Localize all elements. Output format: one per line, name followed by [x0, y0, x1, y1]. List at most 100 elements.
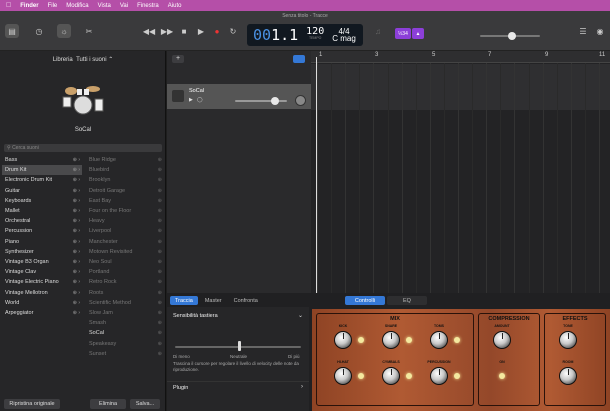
- tab-track[interactable]: Traccia: [170, 296, 198, 305]
- stop-icon[interactable]: ■: [177, 24, 191, 38]
- apple-icon[interactable]: : [6, 2, 11, 9]
- editors-icon[interactable]: ✂: [82, 24, 96, 38]
- count-in-badge[interactable]: ½34: [395, 28, 411, 39]
- enable-light[interactable]: [454, 337, 460, 343]
- category-item[interactable]: Vintage Mellotron ⊕ ›: [2, 288, 82, 298]
- menu-help[interactable]: Aiuto: [168, 3, 182, 9]
- track-volume-knob[interactable]: [271, 97, 279, 105]
- metronome-icon[interactable]: ▲: [412, 28, 424, 39]
- tab-compare[interactable]: Confronta: [229, 296, 263, 305]
- category-item[interactable]: Piano ⊕ ›: [2, 237, 82, 247]
- preset-item[interactable]: Portland ⊕: [86, 267, 164, 277]
- play-icon[interactable]: ▶: [194, 24, 208, 38]
- menu-view[interactable]: Vista: [98, 3, 111, 9]
- mix-knob[interactable]: [382, 331, 400, 349]
- search-input[interactable]: ⚲ Cerca suoni: [4, 144, 162, 152]
- chevron-down-icon[interactable]: ⌄: [298, 312, 303, 319]
- headphones-icon[interactable]: ◯: [197, 97, 203, 103]
- mix-knob[interactable]: [334, 331, 352, 349]
- mix-knob[interactable]: [430, 331, 448, 349]
- smart-help-icon[interactable]: ◷: [32, 24, 46, 38]
- menu-go[interactable]: Vai: [120, 3, 128, 9]
- preset-item[interactable]: Retro Rock ⊕: [86, 277, 164, 287]
- category-item[interactable]: Vintage Electric Piano ⊕ ›: [2, 277, 82, 287]
- playhead[interactable]: [316, 57, 317, 293]
- save-button[interactable]: Salva...: [130, 399, 160, 409]
- effect-knob[interactable]: [559, 331, 577, 349]
- category-item[interactable]: Orchestral ⊕ ›: [2, 216, 82, 226]
- preset-item[interactable]: Four on the Floor ⊕: [86, 206, 164, 216]
- mix-knob[interactable]: [430, 367, 448, 385]
- compression-on-light[interactable]: [499, 373, 505, 379]
- category-item[interactable]: Vintage Clav ⊕ ›: [2, 267, 82, 277]
- preset-item[interactable]: Neo Soul ⊕: [86, 257, 164, 267]
- enable-light[interactable]: [358, 337, 364, 343]
- preset-item[interactable]: Manchester ⊕: [86, 237, 164, 247]
- category-item[interactable]: Keyboards ⊕ ›: [2, 196, 82, 206]
- tab-controls[interactable]: Controlli: [345, 296, 385, 305]
- lcd-display[interactable]: 001.1 120 TEMPO 4/4 C mag: [247, 24, 363, 46]
- preset-item[interactable]: Blue Ridge ⊕: [86, 155, 164, 165]
- loops-icon[interactable]: ◉: [593, 24, 607, 38]
- preset-item[interactable]: Motown Revisited ⊕: [86, 247, 164, 257]
- delete-button[interactable]: Elimina: [90, 399, 126, 409]
- tuner-icon[interactable]: ♫: [371, 24, 385, 38]
- preset-item[interactable]: Slow Jam ⊕: [86, 308, 164, 318]
- forward-icon[interactable]: ▶▶: [160, 24, 174, 38]
- rewind-icon[interactable]: ◀◀: [142, 24, 156, 38]
- category-item[interactable]: Bass ⊕ ›: [2, 155, 82, 165]
- ruler[interactable]: 1 3 5 7 9 11: [311, 51, 610, 63]
- menu-edit[interactable]: Modifica: [66, 3, 88, 9]
- category-item[interactable]: Electronic Drum Kit ⊕ ›: [2, 175, 82, 185]
- menu-window[interactable]: Finestra: [137, 3, 159, 9]
- preset-item[interactable]: Speakeasy ⊕: [86, 339, 164, 349]
- master-volume-knob[interactable]: [508, 32, 516, 40]
- preset-item[interactable]: Brooklyn ⊕: [86, 175, 164, 185]
- enable-light[interactable]: [454, 373, 460, 379]
- mix-knob[interactable]: [334, 367, 352, 385]
- preset-item[interactable]: Sunset ⊕: [86, 349, 164, 359]
- pan-knob[interactable]: [295, 95, 306, 106]
- category-item[interactable]: Mallet ⊕ ›: [2, 206, 82, 216]
- preset-item[interactable]: Bluebird ⊕: [86, 165, 164, 175]
- tracks-timeline[interactable]: 1 3 5 7 9 11: [311, 51, 610, 293]
- category-item[interactable]: Vintage B3 Organ ⊕ ›: [2, 257, 82, 267]
- tab-eq[interactable]: EQ: [387, 296, 427, 305]
- category-item[interactable]: Guitar ⊕ ›: [2, 186, 82, 196]
- preset-item[interactable]: SoCal ⊕: [86, 328, 164, 338]
- effect-knob[interactable]: [493, 331, 511, 349]
- enable-light[interactable]: [406, 373, 412, 379]
- sensitivity-handle[interactable]: [238, 341, 241, 351]
- preset-item[interactable]: Roots ⊕: [86, 288, 164, 298]
- category-item[interactable]: Percussion ⊕ ›: [2, 226, 82, 236]
- smart-tempo-icon[interactable]: [293, 55, 305, 63]
- category-item[interactable]: Drum Kit ⊕ ›: [2, 165, 82, 176]
- add-track-button[interactable]: +: [172, 55, 184, 63]
- track-volume-slider[interactable]: [235, 100, 287, 102]
- mute-icon[interactable]: ▶: [189, 97, 193, 103]
- effect-knob[interactable]: [559, 367, 577, 385]
- preset-item[interactable]: Liverpool ⊕: [86, 226, 164, 236]
- preset-item[interactable]: Scientific Method ⊕: [86, 298, 164, 308]
- track-lane[interactable]: [311, 64, 610, 110]
- preset-item[interactable]: Detroit Garage ⊕: [86, 186, 164, 196]
- preset-item[interactable]: East Bay ⊕: [86, 196, 164, 206]
- library-filter[interactable]: Tutti i suoni ⌃: [76, 57, 113, 63]
- record-icon[interactable]: ●: [210, 24, 224, 38]
- tab-master[interactable]: Master: [200, 296, 227, 305]
- chevron-right-icon[interactable]: ›: [301, 384, 303, 390]
- track-row[interactable]: SoCal ▶ ◯: [167, 84, 311, 109]
- preset-item[interactable]: Smash ⊕: [86, 318, 164, 328]
- preset-item[interactable]: Heavy ⊕: [86, 216, 164, 226]
- category-item[interactable]: Arpeggiator ⊕ ›: [2, 308, 82, 318]
- menu-app[interactable]: Finder: [20, 3, 38, 9]
- category-item[interactable]: Synthesizer ⊕ ›: [2, 247, 82, 257]
- mix-knob[interactable]: [382, 367, 400, 385]
- cycle-icon[interactable]: ↻: [226, 24, 240, 38]
- notepad-icon[interactable]: ☰: [576, 24, 590, 38]
- library-icon[interactable]: ▤: [5, 24, 19, 38]
- revert-button[interactable]: Ripristina originale: [4, 399, 60, 409]
- smart-controls-icon[interactable]: ☼: [57, 24, 71, 38]
- plugin-label[interactable]: Plugin: [173, 385, 188, 391]
- enable-light[interactable]: [406, 337, 412, 343]
